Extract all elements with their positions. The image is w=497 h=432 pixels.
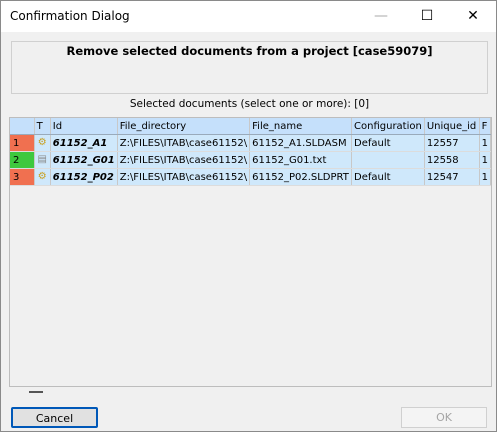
file-name-cell: 61152_G01.txt	[249, 151, 353, 169]
unique-id-cell: 12558	[424, 151, 480, 169]
f-cell: 1	[479, 151, 491, 169]
maximize-icon[interactable]: ☐	[404, 1, 450, 32]
table-row[interactable]: 2 ▤ 61152_G01 Z:\FILES\ITAB\case61152\ 6…	[10, 151, 491, 169]
configuration-cell: Default	[351, 168, 425, 186]
id-cell: 61152_P02	[50, 168, 118, 186]
file-directory-cell: Z:\FILES\ITAB\case61152\	[117, 151, 251, 169]
id-cell: 61152_A1	[50, 134, 118, 152]
part-icon: ⚙	[34, 168, 51, 186]
file-directory-cell: Z:\FILES\ITAB\case61152\	[117, 134, 251, 152]
f-cell: 1	[479, 168, 491, 186]
column-header-f[interactable]: F	[479, 118, 491, 135]
confirmation-dialog: Confirmation Dialog — ☐ ✕ Remove selecte…	[0, 0, 497, 432]
documents-table: T Id File_directory File_name Configurat…	[10, 118, 491, 186]
column-header-file-name[interactable]: File_name	[249, 118, 353, 135]
ok-button[interactable]: OK	[401, 407, 487, 428]
id-cell: 61152_G01	[50, 151, 118, 169]
column-header-configuration[interactable]: Configuration	[351, 118, 425, 135]
header-panel: Remove selected documents from a project…	[11, 41, 488, 94]
selection-label: Selected documents (select one or more):…	[129, 98, 370, 110]
row-number[interactable]: 2	[10, 151, 35, 169]
row-number[interactable]: 3	[10, 168, 35, 186]
table-header-row: T Id File_directory File_name Configurat…	[10, 118, 491, 135]
text-file-icon: ▤	[34, 151, 51, 169]
file-directory-cell: Z:\FILES\ITAB\case61152\	[117, 168, 251, 186]
minimize-icon[interactable]: —	[358, 1, 404, 32]
configuration-cell	[351, 151, 425, 169]
close-icon[interactable]: ✕	[450, 1, 496, 32]
configuration-cell: Default	[351, 134, 425, 152]
column-header-file-directory[interactable]: File_directory	[117, 118, 251, 135]
column-header-id[interactable]: Id	[50, 118, 118, 135]
table-row[interactable]: 1 ⚙ 61152_A1 Z:\FILES\ITAB\case61152\ 61…	[10, 134, 491, 152]
file-name-cell: 61152_P02.SLDPRT	[249, 168, 353, 186]
splitter-handle[interactable]	[29, 391, 43, 393]
unique-id-cell: 12557	[424, 134, 480, 152]
documents-grid[interactable]: T Id File_directory File_name Configurat…	[9, 117, 492, 387]
header-title: Remove selected documents from a project…	[66, 44, 433, 58]
title-bar: Confirmation Dialog — ☐ ✕	[1, 1, 496, 32]
file-name-cell: 61152_A1.SLDASM	[249, 134, 353, 152]
unique-id-cell: 12547	[424, 168, 480, 186]
table-row[interactable]: 3 ⚙ 61152_P02 Z:\FILES\ITAB\case61152\ 6…	[10, 168, 491, 186]
window-title: Confirmation Dialog	[10, 9, 130, 23]
column-header-t[interactable]: T	[34, 118, 51, 135]
column-header-unique-id[interactable]: Unique_id	[424, 118, 480, 135]
row-number[interactable]: 1	[10, 134, 35, 152]
f-cell: 1	[479, 134, 491, 152]
assembly-icon: ⚙	[34, 134, 51, 152]
row-number-header[interactable]	[10, 118, 35, 135]
cancel-button[interactable]: Cancel	[11, 407, 98, 428]
